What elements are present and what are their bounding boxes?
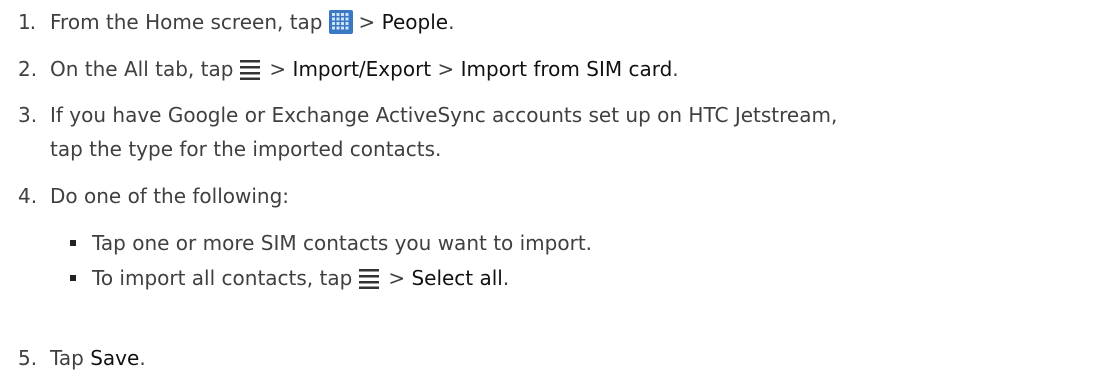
ui-term-import-export: Import/Export [292,57,432,81]
step-text: Tap [50,346,84,370]
step-number: 5. [18,346,38,370]
step-text: If you have Google or Exchange ActiveSyn… [50,103,838,127]
menu-icon [240,60,261,80]
menu-icon [359,269,380,289]
bullet-text: Tap one or more SIM contacts you want to… [92,231,593,255]
step-text: On the All tab, tap [50,57,234,81]
step-5: 5. Tap Save. [18,341,146,375]
period: . [139,346,146,370]
bullet-item: Tap one or more SIM contacts you want to… [70,226,593,260]
step-4: 4. Do one of the following: [18,179,289,213]
bullet-text: To import all contacts, tap [92,266,353,290]
ui-term-save: Save [90,346,140,370]
step-1: 1. From the Home screen, tap > People. [18,5,454,39]
separator: > [269,57,287,81]
step-number: 3. [18,103,38,127]
separator: > [437,57,455,81]
period: . [448,10,455,34]
ui-term-import-from-sim: Import from SIM card [460,57,673,81]
step-number: 1. [18,10,36,34]
step-2: 2. On the All tab, tap > Import/Export > … [18,52,679,86]
step-3: 3. If you have Google or Exchange ActiveS… [18,98,837,132]
step-3-continuation: tap the type for the imported contacts. [50,137,442,161]
bullet-marker [70,275,76,281]
step-text: Do one of the following: [50,184,290,208]
bullet-item: To import all contacts, tap > Select all… [70,261,510,295]
period: . [502,266,510,290]
ui-term-people: People [381,10,449,34]
separator: > [388,266,406,290]
apps-grid-icon [328,10,353,34]
step-text: From the Home screen, tap [50,10,323,34]
step-number: 4. [18,184,38,208]
bullet-marker [70,240,76,246]
ui-term-select-all: Select all [411,266,503,290]
step-number: 2. [18,57,38,81]
separator: > [358,10,376,34]
period: . [672,57,679,81]
